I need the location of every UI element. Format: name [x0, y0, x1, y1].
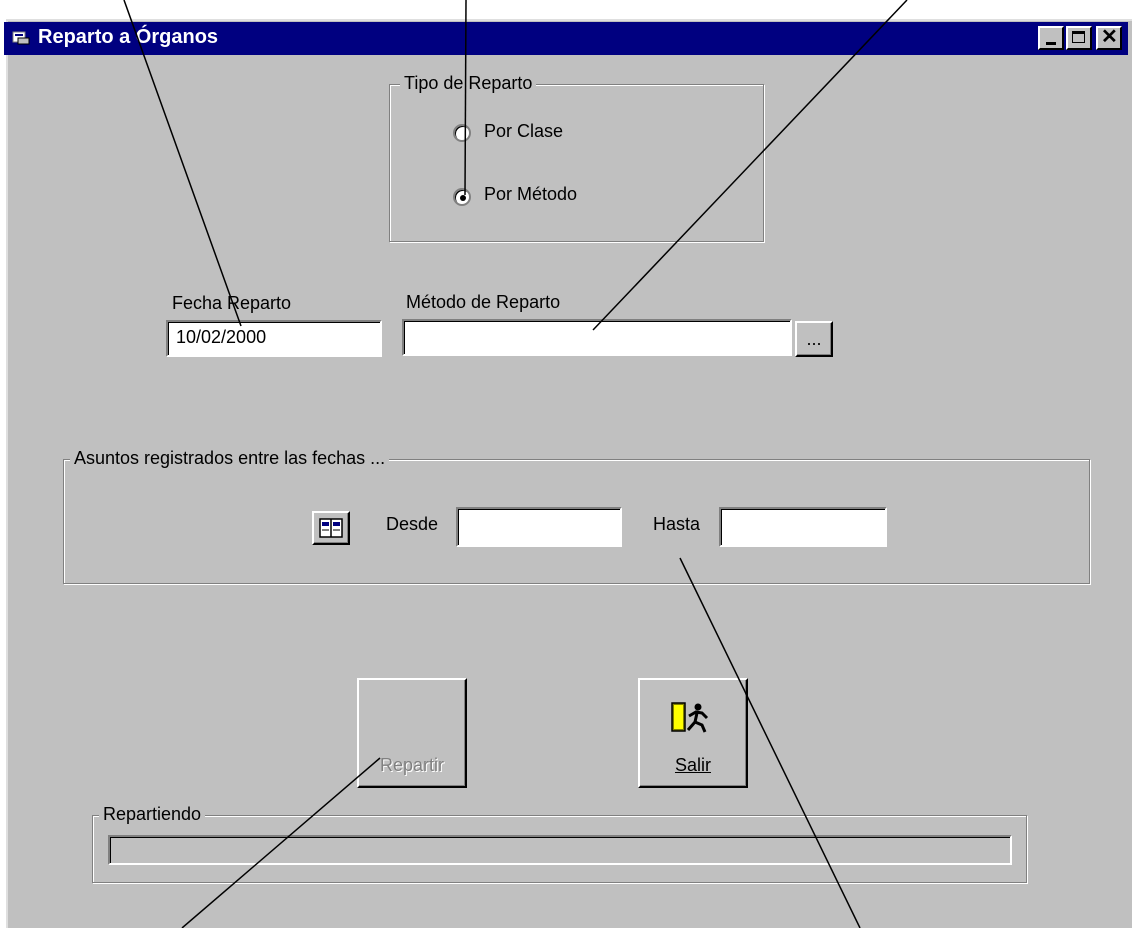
desde-input[interactable]: [456, 507, 622, 547]
radio-por-metodo[interactable]: [453, 188, 471, 206]
repartiendo-legend: Repartiendo: [99, 804, 206, 825]
window-app-icon: [12, 30, 30, 46]
maximize-button[interactable]: [1066, 26, 1092, 50]
tipo-reparto-legend: Tipo de Reparto: [400, 73, 537, 94]
repartir-label: Repartir: [379, 755, 445, 775]
minimize-icon: [1046, 42, 1056, 45]
desde-label: Desde: [386, 514, 439, 534]
title-bar[interactable]: Reparto a Órganos ✕: [4, 22, 1128, 55]
metodo-reparto-label: Método de Reparto: [406, 292, 561, 312]
hasta-label: Hasta: [653, 514, 701, 534]
hasta-input[interactable]: [719, 507, 887, 547]
repartir-button[interactable]: Repartir: [357, 678, 467, 788]
calendar-book-icon: [319, 518, 343, 543]
metodo-browse-button[interactable]: ...: [795, 321, 833, 357]
radio-selected-dot: [460, 195, 466, 201]
radio-por-clase-label[interactable]: Por Clase: [484, 121, 563, 142]
window-title: Reparto a Órganos: [38, 26, 219, 48]
radio-por-metodo-label[interactable]: Por Método: [484, 184, 577, 205]
repartiendo-progress-bar: [108, 835, 1012, 865]
salir-label: Salir: [640, 755, 746, 776]
maximize-icon: [1072, 31, 1085, 43]
asuntos-legend: Asuntos registrados entre las fechas ...: [70, 448, 390, 469]
close-button[interactable]: ✕: [1096, 26, 1122, 50]
fecha-reparto-input[interactable]: 10/02/2000: [166, 320, 382, 357]
metodo-reparto-input[interactable]: [402, 319, 792, 356]
calendar-button[interactable]: [312, 511, 350, 545]
metodo-browse-label: ...: [806, 329, 822, 349]
tipo-reparto-group: [389, 84, 764, 242]
salir-label-text: Salir: [674, 755, 711, 775]
salir-button[interactable]: Salir: [638, 678, 748, 788]
radio-por-clase[interactable]: [453, 124, 471, 142]
close-icon: ✕: [1101, 26, 1118, 48]
fecha-reparto-value: 10/02/2000: [176, 327, 267, 347]
fecha-reparto-label: Fecha Reparto: [172, 293, 292, 313]
exit-door-runner-icon: [670, 700, 714, 741]
minimize-button[interactable]: [1038, 26, 1064, 50]
